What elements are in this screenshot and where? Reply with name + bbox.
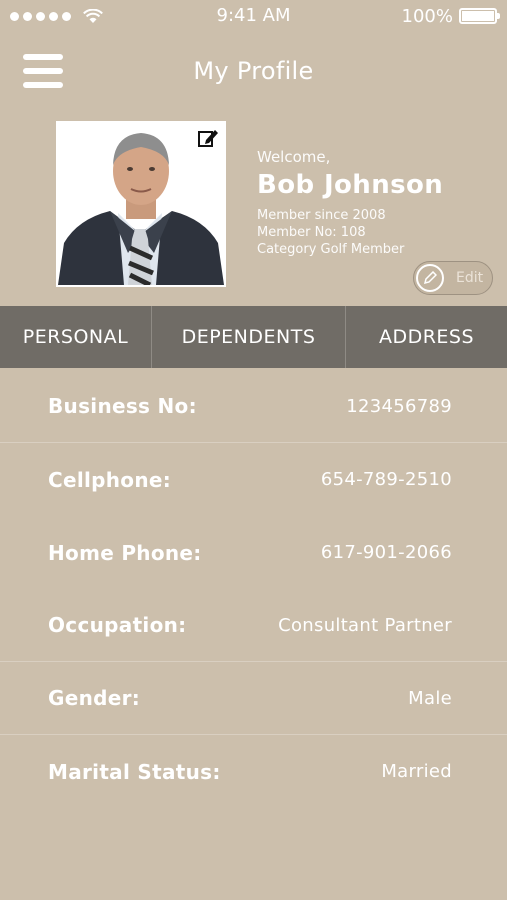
member-number: Member No: 108	[257, 225, 366, 240]
detail-row-gender: Gender: Male	[0, 662, 507, 735]
detail-label: Occupation:	[48, 613, 187, 637]
detail-row-occupation: Occupation: Consultant Partner	[0, 589, 507, 662]
member-category: Category Golf Member	[257, 242, 405, 257]
pencil-square-icon[interactable]	[194, 125, 222, 151]
detail-value: Married	[381, 761, 452, 782]
detail-row-cellphone: Cellphone: 654-789-2510	[0, 443, 507, 516]
nav-bar: My Profile	[0, 40, 507, 106]
battery-icon	[459, 8, 500, 24]
detail-label: Gender:	[48, 686, 141, 710]
detail-row-marital-status: Marital Status: Married	[0, 735, 507, 808]
profile-tabs: PERSONAL DEPENDENTS ADDRESS	[0, 306, 507, 368]
detail-label: Business No:	[48, 394, 197, 418]
status-bar: 9:41 AM 100%	[0, 0, 507, 32]
detail-value: Consultant Partner	[278, 614, 452, 636]
detail-value: 617-901-2066	[320, 542, 452, 563]
personal-details-list: Business No: 123456789 Cellphone: 654-78…	[0, 370, 507, 808]
detail-label: Home Phone:	[48, 540, 202, 565]
detail-value: 123456789	[346, 395, 452, 417]
edit-label: Edit	[456, 270, 484, 286]
tab-dependents[interactable]: DEPENDENTS	[151, 306, 345, 368]
detail-label: Marital Status:	[48, 759, 221, 784]
tab-personal[interactable]: PERSONAL	[0, 306, 151, 368]
member-since: Member since 2008	[257, 208, 386, 223]
page-title: My Profile	[193, 57, 314, 85]
edit-profile-button[interactable]: Edit	[413, 261, 493, 295]
detail-value: 654-789-2510	[320, 469, 452, 490]
detail-label: Cellphone:	[48, 467, 172, 492]
welcome-text: Welcome,	[257, 148, 331, 166]
profile-header: Welcome, Bob Johnson Member since 2008 M…	[0, 118, 507, 304]
user-name: Bob Johnson	[257, 170, 444, 200]
detail-value: Male	[408, 687, 452, 709]
tab-address[interactable]: ADDRESS	[345, 306, 507, 368]
detail-row-home-phone: Home Phone: 617-901-2066	[0, 516, 507, 589]
status-time: 9:41 AM	[216, 5, 291, 26]
profile-photo	[56, 121, 226, 287]
pencil-icon	[416, 264, 444, 292]
detail-row-business-no: Business No: 123456789	[0, 370, 507, 443]
